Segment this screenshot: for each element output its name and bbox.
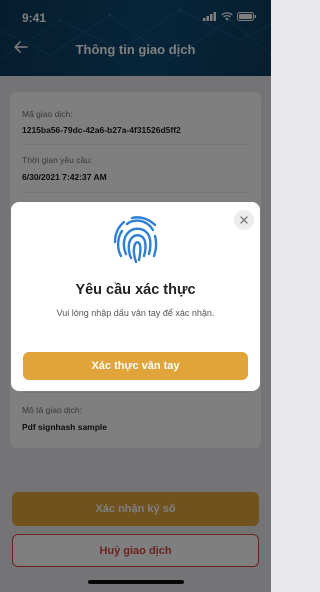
fingerprint-icon: [113, 216, 158, 264]
close-button[interactable]: [234, 210, 254, 230]
close-icon: [240, 216, 248, 224]
modal-description: Vui lòng nhập dấu vân tay để xác nhận.: [56, 308, 215, 318]
authentication-modal: Yêu cầu xác thực Vui lòng nhập dấu vân t…: [11, 202, 260, 391]
transaction-info-screen: 9:41: [0, 0, 271, 592]
modal-title: Yêu cầu xác thực: [75, 282, 196, 298]
fingerprint-auth-button[interactable]: Xác thực vân tay: [23, 352, 248, 380]
